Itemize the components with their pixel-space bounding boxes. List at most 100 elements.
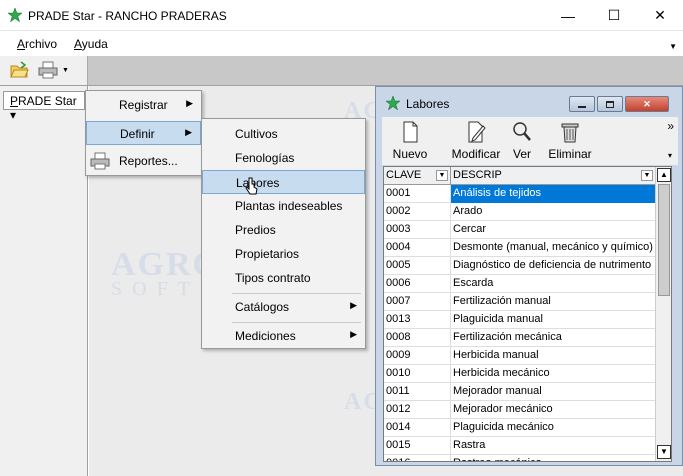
menu-ayuda[interactable]: Ayuda [74, 37, 108, 51]
table-row[interactable]: 0002 Arado [384, 203, 656, 221]
cell-clave: 0006 [384, 275, 451, 293]
cell-clave: 0013 [384, 311, 451, 329]
menu-item-registrar[interactable]: Registrar ▶ [86, 93, 201, 117]
minimize-button[interactable]: — [545, 0, 591, 31]
table-row[interactable]: 0001 Análisis de tejidos [384, 185, 656, 203]
menu-item-propietarios[interactable]: Propietarios [202, 242, 365, 266]
cell-descrip: Diagnóstico de deficiencia de nutrimento [451, 257, 656, 275]
menu-item-label: Definir [120, 127, 155, 141]
table-row[interactable]: 0015 Rastra [384, 437, 656, 455]
table-row[interactable]: 0011 Mejorador manual [384, 383, 656, 401]
restore-icon [606, 100, 614, 108]
cell-clave: 0014 [384, 419, 451, 437]
cell-descrip: Herbicida mecánico [451, 365, 656, 383]
menu-item-cultivos[interactable]: Cultivos [202, 122, 365, 146]
maximize-button[interactable]: ☐ [591, 0, 637, 31]
cell-descrip: Mejorador mecánico [451, 401, 656, 419]
menu-separator [232, 293, 361, 294]
menubar-chevron-icon[interactable]: ▼ [669, 42, 677, 51]
cell-clave: 0001 [384, 185, 451, 203]
table-row[interactable]: 0016Rastreo mecánico [384, 455, 656, 461]
toolbar-options-icon[interactable]: ▾ [668, 151, 672, 160]
nuevo-button[interactable]: Nuevo [390, 117, 430, 165]
menu-item-label: Predios [235, 223, 276, 237]
chevron-down-icon: ▾ [10, 108, 17, 122]
menu-item-label: Plantas indeseables [235, 199, 343, 213]
filter-dropdown-icon[interactable]: ▼ [436, 170, 448, 181]
table-row[interactable]: 0009 Herbicida manual [384, 347, 656, 365]
cell-descrip: Plaguicida manual [451, 311, 656, 329]
new-document-icon [403, 121, 418, 143]
trash-icon [561, 123, 579, 143]
toolbar-section: ▼ [0, 56, 88, 85]
prade-star-button[interactable]: PRADE Star ▾ [3, 91, 85, 122]
printer-icon[interactable] [38, 61, 58, 79]
eliminar-button[interactable]: Eliminar [546, 117, 594, 165]
open-folder-icon[interactable] [9, 61, 29, 79]
star-app-icon [386, 96, 400, 110]
scroll-thumb[interactable] [658, 184, 670, 296]
toolbar-overflow-icon[interactable]: » [667, 119, 674, 133]
watermark-logo-sub: SOFT [111, 278, 200, 300]
modificar-button[interactable]: Modificar [448, 117, 504, 165]
table-row[interactable]: 0013 Plaguicida manual [384, 311, 656, 329]
column-header-descrip[interactable]: DESCRIP ▼ [451, 167, 656, 185]
table-row[interactable]: 0006 Escarda [384, 275, 656, 293]
menu-item-catalogos[interactable]: Catálogos ▶ [202, 295, 365, 319]
table-row[interactable]: 0005 Diagnóstico de deficiencia de nutrim… [384, 257, 656, 275]
table-row[interactable]: 0004 Desmonte (manual, mecánico y químico… [384, 239, 656, 257]
printer-icon [90, 152, 110, 170]
window-title: PRADE Star - RANCHO PRADERAS [28, 9, 227, 23]
cell-clave: 0003 [384, 221, 451, 239]
table-row[interactable]: 0012 Mejorador mecánico [384, 401, 656, 419]
filter-dropdown-icon[interactable]: ▼ [641, 170, 653, 181]
table-row[interactable]: 0008 Fertilización mecánica [384, 329, 656, 347]
table-row[interactable]: 0003 Cercar [384, 221, 656, 239]
menu-item-plantas-indeseables[interactable]: Plantas indeseables [202, 194, 365, 218]
column-header-clave[interactable]: CLAVE ▼ [384, 167, 451, 185]
menu-item-labores[interactable]: Labores [202, 170, 365, 194]
menu-item-label: Tipos contrato [235, 271, 311, 285]
table-row[interactable]: 0014 Plaguicida mecánico [384, 419, 656, 437]
cell-clave: 0016 [384, 455, 451, 461]
ver-button[interactable]: Ver [507, 117, 537, 165]
menu-item-predios[interactable]: Predios [202, 218, 365, 242]
prade-menu: Registrar ▶ Definir ▶ Reportes... [85, 90, 202, 176]
labores-minimize-button[interactable] [569, 96, 595, 112]
menu-item-label: Mediciones [235, 329, 296, 343]
maximize-icon: ☐ [607, 7, 621, 23]
menu-item-mediciones[interactable]: Mediciones ▶ [202, 324, 365, 348]
cell-clave: 0010 [384, 365, 451, 383]
table-row[interactable]: 0007 Fertilización manual [384, 293, 656, 311]
cell-descrip: Mejorador manual [451, 383, 656, 401]
menu-item-label: Reportes... [119, 154, 178, 168]
labores-close-button[interactable]: ✕ [625, 96, 669, 112]
cell-descrip: Fertilización mecánica [451, 329, 656, 347]
cell-descrip: Arado [451, 203, 656, 221]
labores-restore-button[interactable] [597, 96, 623, 112]
cell-clave: 0008 [384, 329, 451, 347]
menu-item-reportes[interactable]: Reportes... [86, 149, 201, 173]
close-button[interactable]: ✕ [637, 0, 683, 31]
minimize-icon [578, 105, 586, 108]
menu-item-label: Propietarios [235, 247, 300, 261]
scroll-down-icon[interactable]: ▼ [657, 445, 671, 459]
submenu-arrow-icon: ▶ [350, 329, 357, 339]
vertical-scrollbar[interactable]: ▲ ▼ [655, 167, 671, 461]
menu-item-fenologias[interactable]: Fenologías [202, 146, 365, 170]
cell-descrip: Desmonte (manual, mecánico y químico) [451, 239, 656, 257]
menu-item-tipos-contrato[interactable]: Tipos contrato [202, 266, 365, 290]
title-bar: PRADE Star - RANCHO PRADERAS — ☐ ✕ [0, 0, 683, 31]
menu-item-definir[interactable]: Definir ▶ [86, 121, 201, 145]
cell-descrip: Análisis de tejidos [451, 185, 656, 203]
cell-descrip: Herbicida manual [451, 347, 656, 365]
labores-grid[interactable]: CLAVE ▼ DESCRIP ▼ 0001 Análisis de tejidos 0… [383, 166, 672, 462]
table-row[interactable]: 0010 Herbicida mecánico [384, 365, 656, 383]
cell-clave: 0002 [384, 203, 451, 221]
submenu-arrow-icon: ▶ [185, 127, 192, 137]
printer-dropdown-icon[interactable]: ▼ [62, 67, 69, 74]
close-icon: ✕ [654, 7, 666, 23]
ver-label: Ver [512, 147, 531, 161]
menu-archivo[interactable]: Archivo [17, 37, 57, 51]
scroll-up-icon[interactable]: ▲ [657, 168, 671, 182]
